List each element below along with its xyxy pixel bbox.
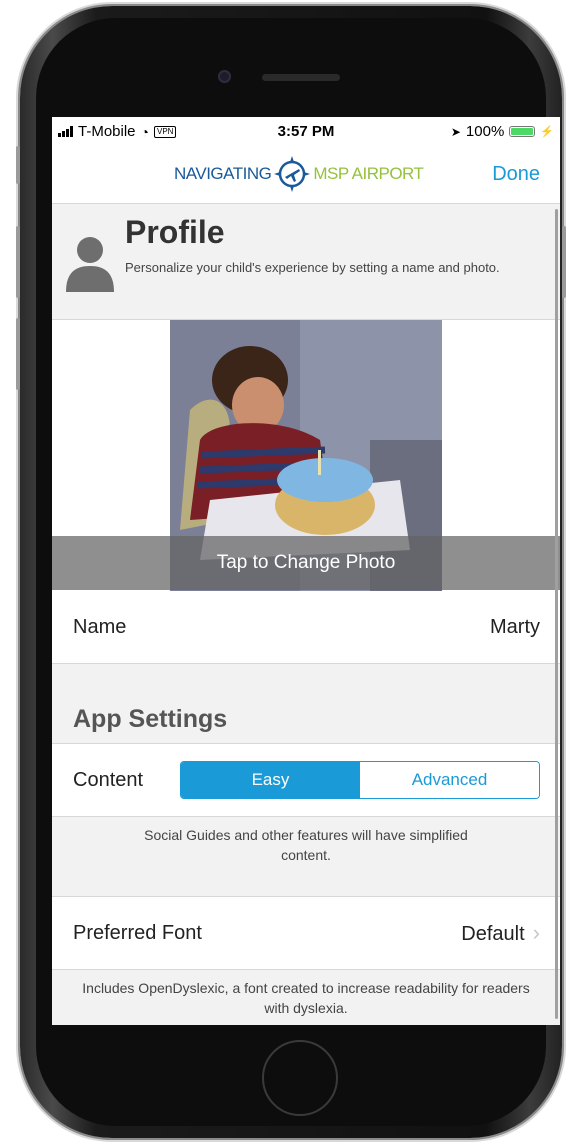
status-bar: T-Mobile ◔ VPN 3:57 PM ➤ 100% ⚡	[52, 117, 560, 145]
app-logo: NAVIGATING MSP AIRPORT	[174, 155, 424, 193]
mute-switch	[16, 146, 20, 184]
preferred-font-label: Preferred Font	[73, 922, 202, 944]
battery-percent: 100%	[465, 123, 505, 140]
content-row: Content Easy Advanced	[52, 743, 560, 817]
preferred-font-value: Default	[461, 923, 525, 945]
font-helper-text: Includes OpenDyslexic, a font created to…	[82, 980, 530, 1016]
segment-easy[interactable]: Easy	[181, 762, 360, 798]
segment-advanced[interactable]: Advanced	[360, 762, 539, 798]
logo-text-navigating: NAVIGATING	[174, 164, 272, 183]
volume-up-button	[16, 226, 20, 298]
content-segmented-control[interactable]: Easy Advanced	[180, 761, 540, 799]
front-camera	[218, 70, 231, 83]
preferred-font-value-group: Default ›	[461, 920, 540, 946]
content-helper-text: Social Guides and other features will ha…	[144, 827, 468, 863]
name-label: Name	[73, 616, 127, 638]
name-row[interactable]: Name Marty	[52, 591, 560, 664]
profile-header: Profile Personalize your child's experie…	[52, 204, 560, 320]
home-button[interactable]	[262, 1040, 338, 1116]
logo-text-msp: MSP AIRPORT	[313, 164, 424, 183]
app-settings-heading: App Settings	[73, 705, 228, 733]
power-button	[562, 226, 566, 298]
chevron-right-icon: ›	[532, 920, 540, 945]
photo-section: Tap to Change Photo	[52, 320, 560, 591]
volume-down-button	[16, 318, 20, 390]
scrollbar[interactable]	[555, 209, 558, 1019]
preferred-font-row[interactable]: Preferred Font Default ›	[52, 896, 560, 970]
done-button[interactable]: Done	[492, 163, 540, 186]
content-label: Content	[73, 769, 144, 791]
app-screen: T-Mobile ◔ VPN 3:57 PM ➤ 100% ⚡ NAVIGATI…	[52, 117, 560, 1025]
nav-bar: NAVIGATING MSP AIRPORT Done	[52, 145, 560, 204]
name-value[interactable]: Marty	[490, 616, 540, 639]
person-icon	[66, 237, 114, 292]
location-arrow-icon: ➤	[450, 124, 461, 139]
page-title: Profile	[125, 214, 225, 250]
earpiece-speaker	[262, 74, 340, 81]
charging-icon: ⚡	[540, 126, 554, 138]
airplane-compass-icon	[274, 156, 311, 192]
change-photo-button[interactable]: Tap to Change Photo	[52, 536, 560, 590]
page-subtitle: Personalize your child's experience by s…	[125, 260, 500, 275]
battery-icon	[509, 126, 536, 137]
